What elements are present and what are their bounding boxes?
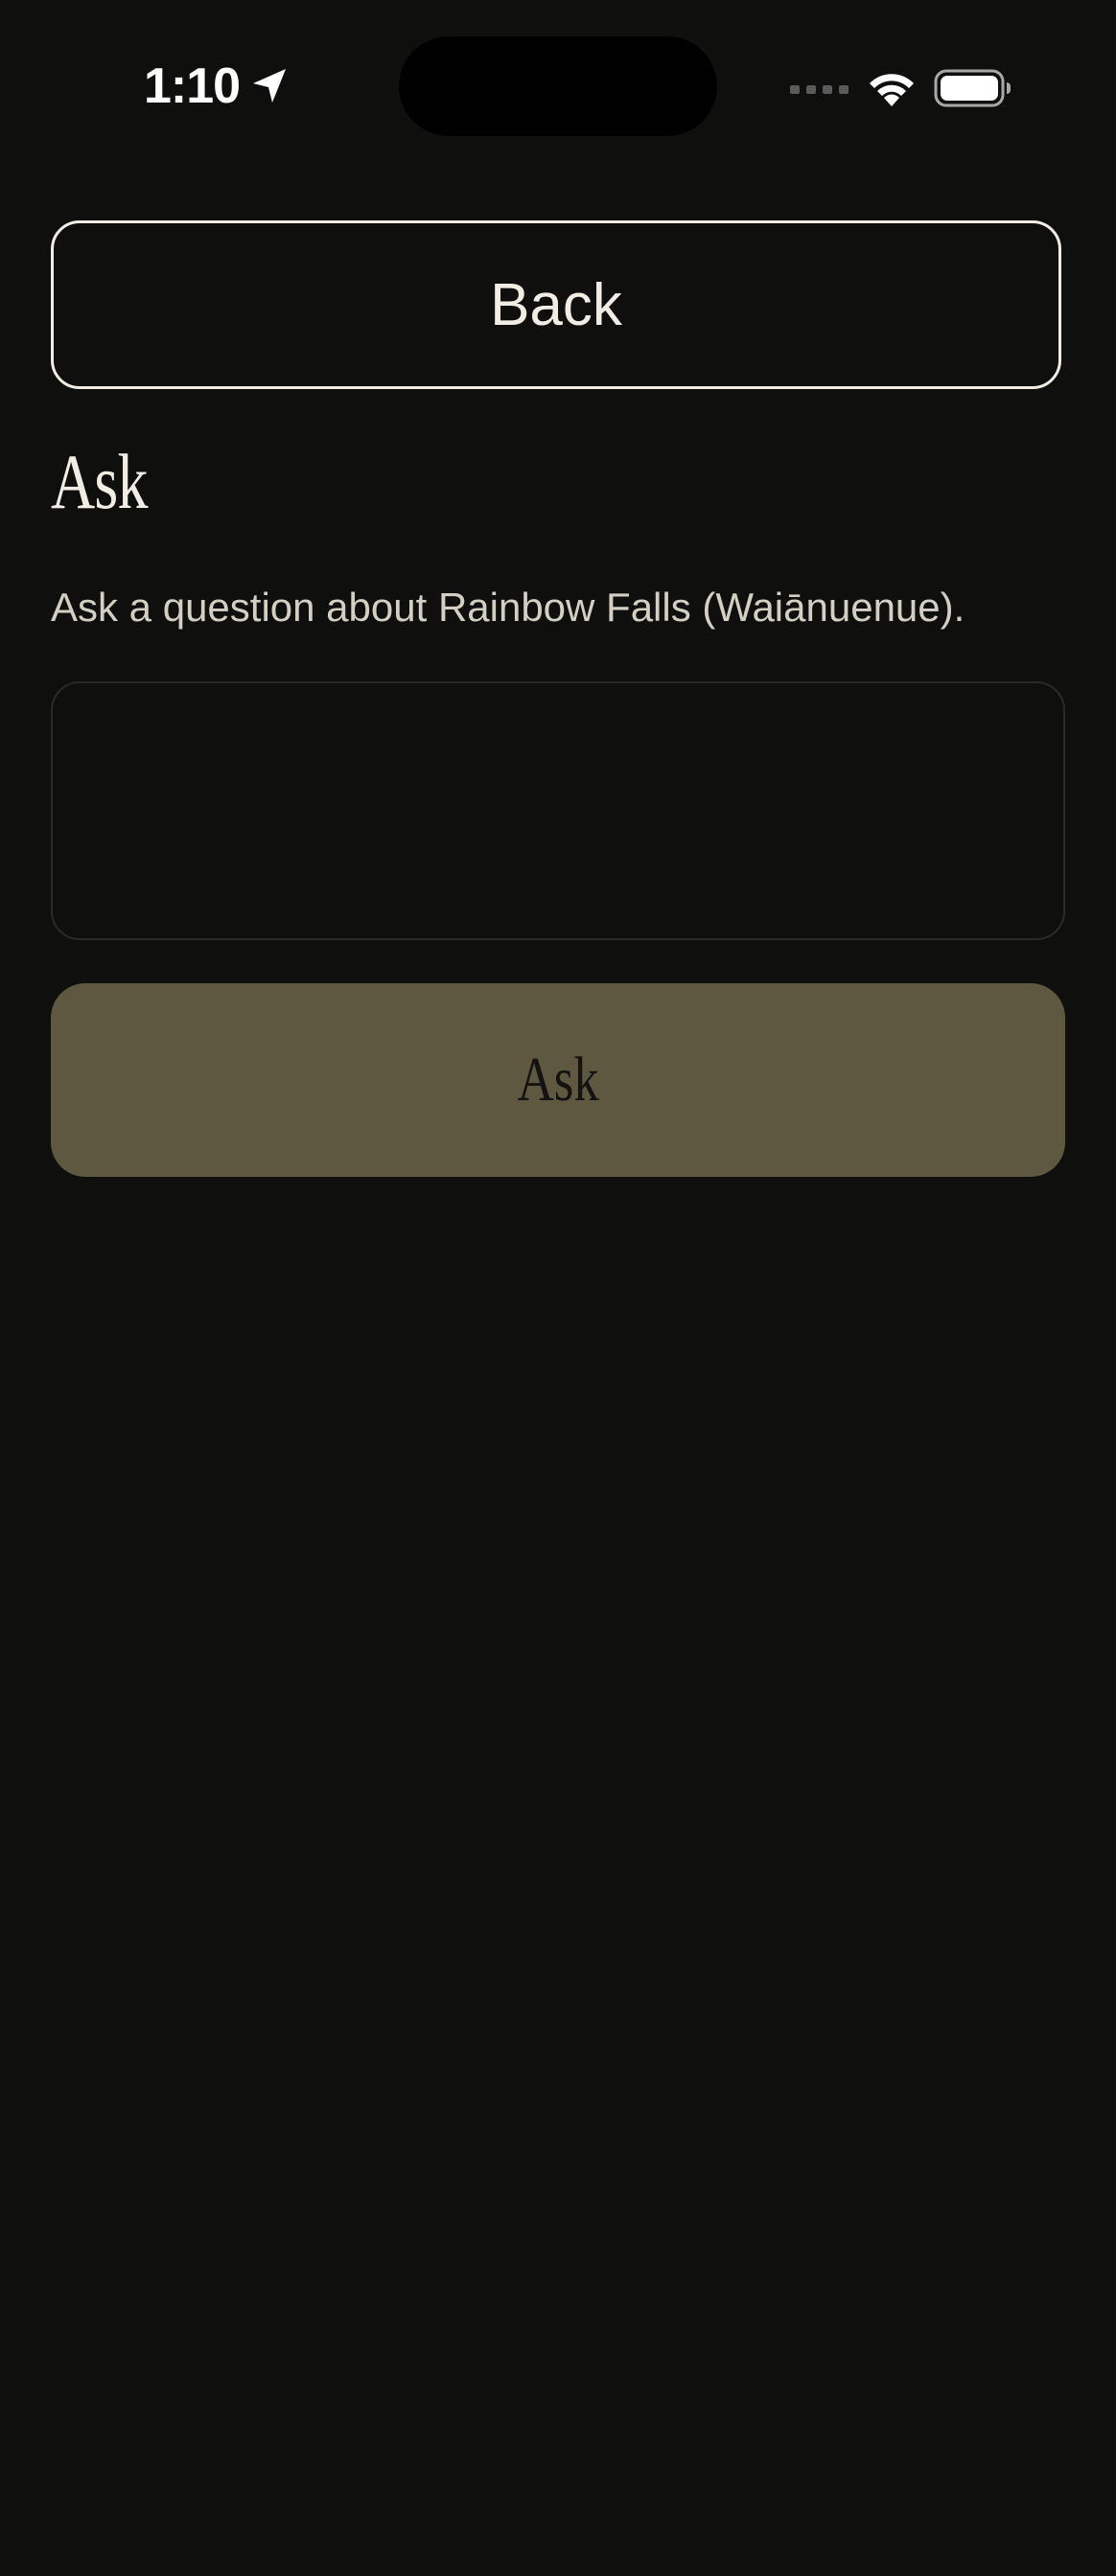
wifi-icon bbox=[867, 68, 917, 108]
page-title: Ask bbox=[51, 438, 149, 525]
status-bar: 1:10 bbox=[0, 0, 1116, 172]
status-time: 1:10 bbox=[144, 58, 241, 114]
ask-button-label: Ask bbox=[517, 1045, 599, 1115]
location-arrow-icon bbox=[249, 66, 290, 106]
status-icons bbox=[790, 65, 1012, 111]
ask-button[interactable]: Ask bbox=[51, 983, 1065, 1177]
dynamic-island bbox=[399, 36, 717, 136]
back-button[interactable]: Back bbox=[51, 220, 1061, 389]
battery-icon bbox=[934, 68, 1012, 108]
cellular-signal-icon bbox=[790, 80, 849, 96]
status-time-group: 1:10 bbox=[144, 58, 290, 115]
page-subtitle: Ask a question about Rainbow Falls (Waiā… bbox=[51, 585, 965, 630]
question-input[interactable] bbox=[51, 681, 1065, 940]
